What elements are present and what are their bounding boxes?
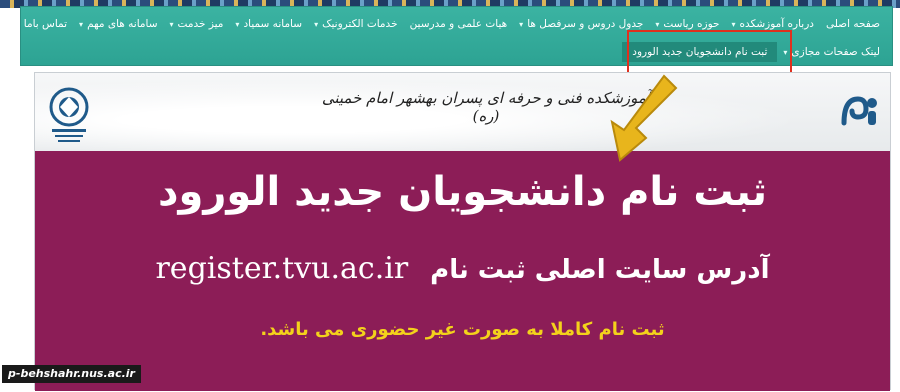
nav-label: هیات علمی و مدرسین: [409, 18, 508, 30]
site-watermark: p-behshahr.nus.ac.ir: [2, 365, 141, 383]
chevron-down-icon: ▾: [79, 19, 84, 29]
nav-item-presidency[interactable]: حوزه ریاست ▾: [649, 18, 725, 30]
announcement-headline: ثبت نام دانشجویان جدید الورود: [157, 169, 768, 215]
nav-label: میز خدمت: [177, 18, 224, 30]
nav-label: لینک صفحات مجازی: [791, 46, 880, 58]
registration-url[interactable]: register.tvu.ac.ir: [155, 251, 408, 286]
nav-label: تماس باما: [23, 18, 68, 30]
nav-item-social-links[interactable]: لینک صفحات مجازی ▾: [777, 46, 886, 58]
chevron-down-icon: ▾: [519, 19, 524, 29]
nav-label: خدمات الکترونیک: [322, 18, 398, 30]
nav-item-contact[interactable]: تماس باما: [18, 18, 73, 30]
nav-label: سامانه سمیاد: [243, 18, 303, 30]
tvu-logo-icon: [840, 93, 880, 129]
nav-label: حوزه ریاست: [663, 18, 720, 30]
chevron-down-icon: ▾: [655, 19, 660, 29]
registration-banner[interactable]: آموزشکده فنی و حرفه ای پسران بهشهر امام …: [34, 72, 891, 391]
nav-item-e-services[interactable]: خدمات الکترونیک ▾: [308, 18, 404, 30]
pointer-arrow-icon: [590, 72, 680, 167]
address-row: register.tvu.ac.ir آدرس سایت اصلی ثبت نا…: [35, 251, 890, 286]
banner-header: آموزشکده فنی و حرفه ای پسران بهشهر امام …: [35, 73, 890, 151]
nav-item-important-systems[interactable]: سامانه های مهم ▾: [73, 18, 163, 30]
nav-item-faculty[interactable]: هیات علمی و مدرسین: [404, 18, 514, 30]
nav-label: جدول دروس و سرفصل ها: [527, 18, 644, 30]
address-label: آدرس سایت اصلی ثبت نام: [430, 255, 770, 285]
nav-item-service-desk[interactable]: میز خدمت ▾: [164, 18, 230, 30]
chevron-down-icon: ▾: [314, 19, 319, 29]
chevron-down-icon: ▾: [235, 19, 240, 29]
announcement-panel: ثبت نام دانشجویان جدید الورود register.t…: [35, 151, 890, 391]
nav-item-home[interactable]: صفحه اصلی: [820, 18, 886, 30]
school-emblem-icon: [43, 83, 95, 147]
nav-item-samyad[interactable]: سامانه سمیاد ▾: [229, 18, 308, 30]
registration-note: ثبت نام کاملا به صورت غیر حضوری می باشد.: [260, 319, 665, 340]
nav-label: سامانه های مهم: [87, 18, 158, 30]
nav-label: درباره آموزشکده: [739, 18, 814, 30]
nav-item-courses[interactable]: جدول دروس و سرفصل ها ▾: [513, 18, 649, 30]
nav-label: صفحه اصلی: [825, 18, 880, 30]
chevron-down-icon: ▾: [731, 19, 736, 29]
chevron-down-icon: ▾: [169, 19, 174, 29]
nav-item-about[interactable]: درباره آموزشکده ▾: [726, 18, 820, 30]
